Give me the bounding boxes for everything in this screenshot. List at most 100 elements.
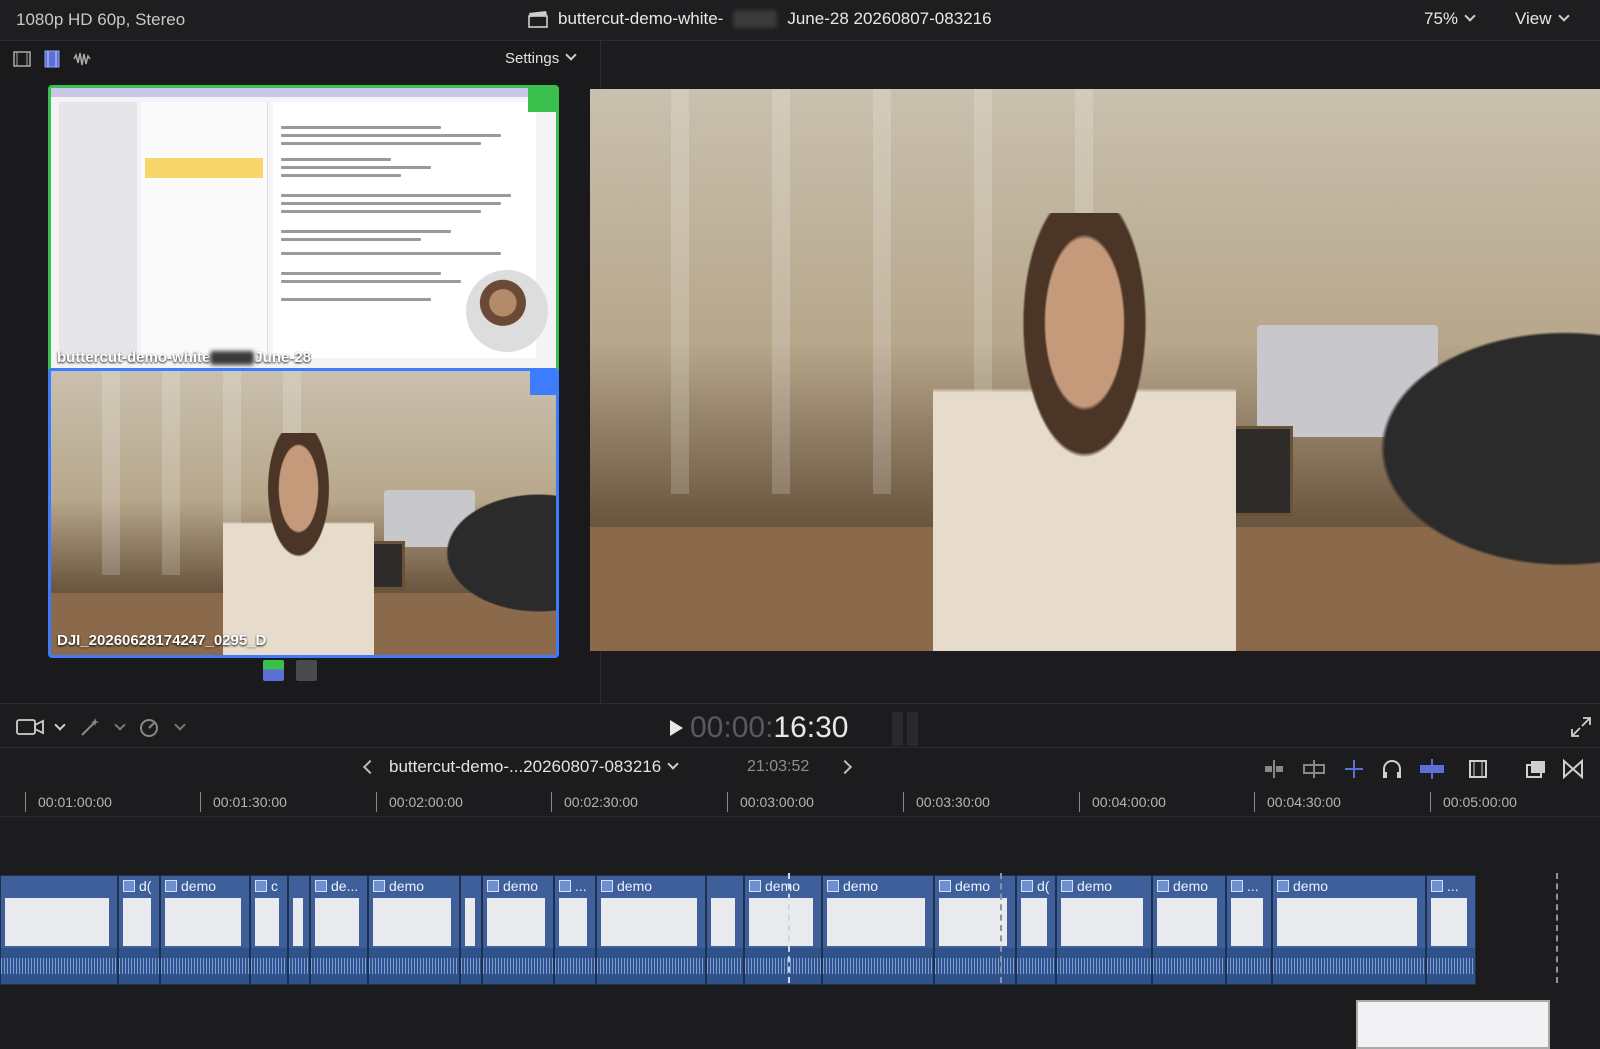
browser-clip-camera[interactable]: DJI_20260628174247_0295_D bbox=[48, 368, 559, 658]
waveform-icon[interactable] bbox=[72, 49, 92, 69]
clip-thumbnail bbox=[1061, 898, 1143, 946]
clip-label: de... bbox=[315, 878, 358, 894]
clip-thumbnail bbox=[1021, 898, 1047, 946]
timeline-clip[interactable] bbox=[706, 875, 744, 985]
clip-thumbnail bbox=[559, 898, 587, 946]
clip-label: demo bbox=[1157, 878, 1208, 894]
filmstrip-icon bbox=[601, 880, 613, 892]
view-option-list[interactable] bbox=[296, 660, 317, 681]
filmstrip-icon bbox=[1277, 880, 1289, 892]
clip-thumbnail bbox=[827, 898, 925, 946]
back-icon[interactable] bbox=[362, 759, 378, 775]
play-icon[interactable] bbox=[670, 720, 683, 736]
speed-icon[interactable] bbox=[138, 716, 162, 738]
clip-title: demo bbox=[955, 878, 991, 894]
fullscreen-icon[interactable] bbox=[1570, 716, 1592, 738]
project-menu[interactable]: buttercut-demo-...20260807-083216 bbox=[389, 757, 679, 777]
clip-title: ... bbox=[1247, 878, 1259, 894]
timeline-header: buttercut-demo-...20260807-083216 21:03:… bbox=[0, 747, 1600, 788]
timeline-clip[interactable] bbox=[0, 875, 118, 985]
ruler-tick: 00:03:00:00 bbox=[727, 792, 814, 812]
timeline-clip[interactable]: d( bbox=[1016, 875, 1056, 985]
zoom-menu[interactable]: 75% bbox=[1424, 9, 1476, 29]
clip-appearance-icon[interactable] bbox=[1466, 758, 1490, 780]
playhead[interactable] bbox=[788, 873, 790, 983]
chevron-down-icon[interactable] bbox=[54, 719, 66, 731]
timeline-clip[interactable] bbox=[288, 875, 310, 985]
magic-wand-icon[interactable] bbox=[78, 716, 102, 738]
viewer bbox=[590, 89, 1600, 651]
append-icon[interactable] bbox=[1262, 758, 1286, 780]
ruler-tick: 00:05:00:00 bbox=[1430, 792, 1517, 812]
filmstrip-icon bbox=[123, 880, 135, 892]
filmstrip-icon[interactable] bbox=[42, 49, 62, 69]
forward-icon[interactable] bbox=[837, 759, 853, 775]
timeline-clip[interactable]: demo bbox=[1056, 875, 1152, 985]
clip-thumbnail bbox=[293, 898, 303, 946]
timeline-clip[interactable]: demo bbox=[160, 875, 250, 985]
timeline-clip[interactable]: demo bbox=[368, 875, 460, 985]
clip-thumbnail bbox=[51, 371, 556, 655]
format-label: 1080p HD 60p, Stereo bbox=[16, 10, 186, 29]
transitions-icon[interactable] bbox=[1562, 758, 1584, 780]
timeline-clip[interactable] bbox=[460, 875, 482, 985]
timeline-clip[interactable]: ... bbox=[554, 875, 596, 985]
snapping-icon[interactable] bbox=[1342, 758, 1366, 780]
viewer-frame bbox=[590, 89, 1600, 651]
timeline-clip[interactable]: de... bbox=[310, 875, 368, 985]
audio-waveform bbox=[935, 948, 1015, 984]
audio-badge-icon bbox=[528, 88, 556, 112]
chevron-down-icon[interactable] bbox=[174, 719, 186, 731]
clip-title: ... bbox=[1447, 878, 1459, 894]
clip-thumbnail bbox=[1277, 898, 1417, 946]
clip-thumbnail bbox=[51, 88, 556, 372]
timeline-clip[interactable]: demo bbox=[934, 875, 1016, 985]
timeline-clip[interactable]: ... bbox=[1226, 875, 1272, 985]
clip-thumbnail bbox=[601, 898, 697, 946]
audio-waveform bbox=[1273, 948, 1425, 984]
browser-clip-screen-recording[interactable]: buttercut-demo-white June-28 bbox=[48, 85, 559, 375]
settings-menu[interactable]: Settings bbox=[505, 49, 577, 67]
filmstrip-badge-icon bbox=[530, 371, 556, 395]
timeline-clip[interactable]: demo bbox=[744, 875, 822, 985]
timeline-clip[interactable]: demo bbox=[1152, 875, 1226, 985]
clip-label: ... bbox=[1431, 878, 1459, 894]
ruler-tick: 00:02:00:00 bbox=[376, 792, 463, 812]
clip-name: buttercut-demo-white June-28 bbox=[57, 349, 312, 366]
timeline-clip[interactable]: demo bbox=[482, 875, 554, 985]
clip-thumbnail bbox=[749, 898, 813, 946]
view-menu[interactable]: View bbox=[1515, 9, 1570, 29]
clip-appearance-icon[interactable] bbox=[12, 49, 32, 69]
timeline-clip[interactable]: d( bbox=[118, 875, 160, 985]
timeline-clip[interactable]: demo bbox=[1272, 875, 1426, 985]
camera-icon[interactable] bbox=[16, 716, 44, 738]
timeline-clip[interactable]: demo bbox=[596, 875, 706, 985]
clip-label: d( bbox=[123, 878, 151, 894]
timeline-clip[interactable]: c bbox=[250, 875, 288, 985]
clip-thumbnail bbox=[373, 898, 451, 946]
clip-title: demo bbox=[617, 878, 653, 894]
clip-title: d( bbox=[139, 878, 152, 894]
chevron-down-icon bbox=[1557, 10, 1570, 22]
skimming-icon[interactable] bbox=[1418, 758, 1446, 780]
timeline-clip[interactable]: ... bbox=[1426, 875, 1476, 985]
clip-thumbnail bbox=[315, 898, 359, 946]
audio-waveform bbox=[707, 948, 743, 984]
clip-label: ... bbox=[559, 878, 587, 894]
clip-title: demo bbox=[1293, 878, 1329, 894]
filmstrip-icon bbox=[315, 880, 327, 892]
clip-title: d( bbox=[1037, 878, 1050, 894]
chevron-down-icon[interactable] bbox=[114, 719, 126, 731]
chevron-down-icon bbox=[667, 758, 679, 770]
clip-thumbnail bbox=[5, 898, 109, 946]
view-option-filmstrip[interactable] bbox=[263, 660, 284, 681]
timeline-clip[interactable]: demo bbox=[822, 875, 934, 985]
audio-waveform bbox=[311, 948, 367, 984]
headphones-icon[interactable] bbox=[1380, 758, 1404, 780]
blade-icon[interactable] bbox=[1302, 758, 1326, 780]
project-name: buttercut-demo-...20260807-083216 bbox=[389, 757, 662, 776]
clip-title: c bbox=[271, 878, 278, 894]
clip-label: d( bbox=[1021, 878, 1049, 894]
filmstrip-icon bbox=[749, 880, 761, 892]
effects-browser-icon[interactable] bbox=[1524, 758, 1548, 780]
